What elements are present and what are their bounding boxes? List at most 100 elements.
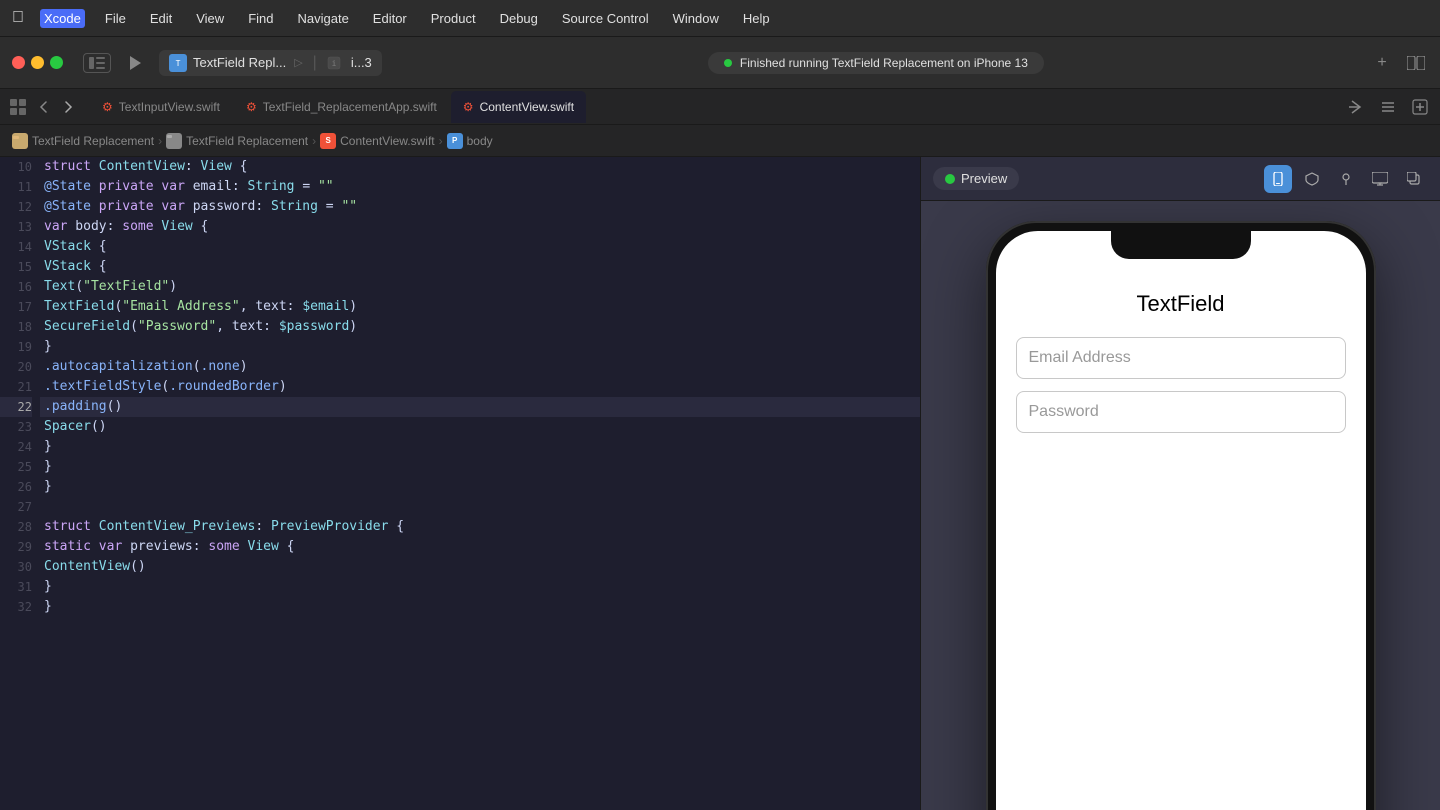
back-button[interactable] bbox=[32, 96, 54, 118]
token-kw-keyword: var bbox=[99, 539, 122, 554]
menu-window[interactable]: Window bbox=[669, 9, 723, 28]
menu-product[interactable]: Product bbox=[427, 9, 480, 28]
breadcrumb-folder[interactable]: TextField Replacement bbox=[166, 133, 308, 149]
token-plain: ) bbox=[169, 279, 177, 294]
token-kw-dollar: $password bbox=[279, 319, 349, 334]
token-plain: , text: bbox=[240, 299, 303, 314]
email-address-field[interactable]: Email Address bbox=[1016, 337, 1346, 379]
menu-xcode[interactable]: Xcode bbox=[40, 9, 85, 28]
preview-shield-icon[interactable] bbox=[1298, 165, 1326, 193]
code-line-20: .autocapitalization(.none) bbox=[40, 357, 920, 377]
breadcrumb-symbol[interactable]: P body bbox=[447, 133, 493, 149]
token-kw-modifier: .padding bbox=[44, 399, 107, 414]
token-plain: { bbox=[91, 259, 107, 274]
token-plain: previews: bbox=[122, 539, 208, 554]
token-kw-string: "" bbox=[318, 179, 334, 194]
tab-bar: ⚙ TextInputView.swift ⚙ TextField_Replac… bbox=[0, 89, 1440, 125]
maximize-button[interactable] bbox=[50, 56, 63, 69]
token-plain: body: bbox=[67, 219, 122, 234]
token-kw-string: "" bbox=[341, 199, 357, 214]
code-line-12: @State private var password: String = "" bbox=[40, 197, 920, 217]
status-message-container: Finished running TextField Replacement o… bbox=[708, 52, 1044, 74]
line-number-13: 13 bbox=[0, 217, 32, 237]
line-numbers: 1011121314151617181920212223242526272829… bbox=[0, 157, 40, 810]
scheme-selector[interactable]: T TextField Repl... ▷ | i i...3 bbox=[159, 50, 382, 76]
main-layout: 1011121314151617181920212223242526272829… bbox=[0, 157, 1440, 810]
menu-find[interactable]: Find bbox=[244, 9, 277, 28]
minimize-button[interactable] bbox=[31, 56, 44, 69]
code-line-15: VStack { bbox=[40, 257, 920, 277]
token-kw-keyword: struct bbox=[44, 519, 91, 534]
add-editor-icon[interactable] bbox=[1408, 95, 1432, 119]
grid-view-icon[interactable] bbox=[8, 97, 28, 117]
tab-contentview[interactable]: ⚙ ContentView.swift bbox=[451, 91, 586, 123]
sidebar-toggle-button[interactable] bbox=[83, 53, 111, 73]
token-plain bbox=[91, 519, 99, 534]
forward-button[interactable] bbox=[58, 96, 80, 118]
token-kw-modifier: .none bbox=[201, 359, 240, 374]
menu-bar:  Xcode File Edit View Find Navigate Edi… bbox=[0, 0, 1440, 37]
line-number-32: 32 bbox=[0, 597, 32, 617]
apple-logo-icon[interactable]:  bbox=[12, 9, 24, 27]
email-placeholder: Email Address bbox=[1029, 349, 1131, 367]
menu-bar-left:  Xcode File Edit View Find Navigate Edi… bbox=[12, 9, 774, 28]
token-plain: ) bbox=[279, 379, 287, 394]
breadcrumb-file[interactable]: S ContentView.swift bbox=[320, 133, 435, 149]
preview-phone-icon[interactable] bbox=[1264, 165, 1292, 193]
preview-label: Preview bbox=[961, 171, 1007, 186]
token-kw-modifier: .autocapitalization bbox=[44, 359, 193, 374]
menu-view[interactable]: View bbox=[192, 9, 228, 28]
line-number-10: 10 bbox=[0, 157, 32, 177]
tab-textinputview[interactable]: ⚙ TextInputView.swift bbox=[90, 91, 232, 123]
code-line-30: ContentView() bbox=[40, 557, 920, 577]
line-number-20: 20 bbox=[0, 357, 32, 377]
preview-desktop-icon[interactable] bbox=[1366, 165, 1394, 193]
preview-pin-icon[interactable] bbox=[1332, 165, 1360, 193]
line-number-25: 25 bbox=[0, 457, 32, 477]
line-number-11: 11 bbox=[0, 177, 32, 197]
preview-status-button[interactable]: Preview bbox=[933, 167, 1019, 190]
traffic-lights bbox=[12, 56, 63, 69]
menu-editor[interactable]: Editor bbox=[369, 9, 411, 28]
tab-replacementapp[interactable]: ⚙ TextField_ReplacementApp.swift bbox=[234, 91, 449, 123]
token-kw-type: View bbox=[161, 219, 192, 234]
token-plain: : bbox=[185, 159, 201, 174]
add-tab-button[interactable]: + bbox=[1370, 51, 1394, 75]
title-bar-right: + bbox=[1370, 51, 1428, 75]
swift-file-icon-2: ⚙ bbox=[246, 100, 257, 114]
menu-debug[interactable]: Debug bbox=[496, 9, 542, 28]
code-line-18: SecureField("Password", text: $password) bbox=[40, 317, 920, 337]
split-view-button[interactable] bbox=[1404, 51, 1428, 75]
token-plain: { bbox=[388, 519, 404, 534]
token-plain bbox=[91, 199, 99, 214]
token-plain: password: bbox=[185, 199, 271, 214]
menu-edit[interactable]: Edit bbox=[146, 9, 176, 28]
password-field[interactable]: Password bbox=[1016, 391, 1346, 433]
line-number-27: 27 bbox=[0, 497, 32, 517]
code-lines[interactable]: struct ContentView: View { @State privat… bbox=[40, 157, 920, 810]
code-line-17: TextField("Email Address", text: $email) bbox=[40, 297, 920, 317]
preview-duplicate-icon[interactable] bbox=[1400, 165, 1428, 193]
code-line-27 bbox=[40, 497, 920, 517]
code-line-24: } bbox=[40, 437, 920, 457]
close-button[interactable] bbox=[12, 56, 25, 69]
scheme-name: TextField Repl... bbox=[193, 55, 286, 70]
line-number-24: 24 bbox=[0, 437, 32, 457]
menu-help[interactable]: Help bbox=[739, 9, 774, 28]
menu-navigate[interactable]: Navigate bbox=[293, 9, 352, 28]
breadcrumb-project-icon[interactable]: TextField Replacement bbox=[12, 133, 154, 149]
menu-source-control[interactable]: Source Control bbox=[558, 9, 653, 28]
token-kw-property: @State bbox=[44, 199, 91, 214]
token-kw-modifier: .roundedBorder bbox=[169, 379, 279, 394]
token-plain: ( bbox=[193, 359, 201, 374]
menu-file[interactable]: File bbox=[101, 9, 130, 28]
tab-label: TextInputView.swift bbox=[119, 100, 220, 114]
code-line-29: static var previews: some View { bbox=[40, 537, 920, 557]
token-kw-type: ContentView bbox=[44, 559, 130, 574]
swap-layout-icon[interactable] bbox=[1344, 95, 1368, 119]
run-button[interactable] bbox=[123, 51, 147, 75]
code-editor[interactable]: 1011121314151617181920212223242526272829… bbox=[0, 157, 920, 810]
inspector-icon[interactable] bbox=[1376, 95, 1400, 119]
token-plain: ) bbox=[240, 359, 248, 374]
token-kw-string: "Password" bbox=[138, 319, 216, 334]
